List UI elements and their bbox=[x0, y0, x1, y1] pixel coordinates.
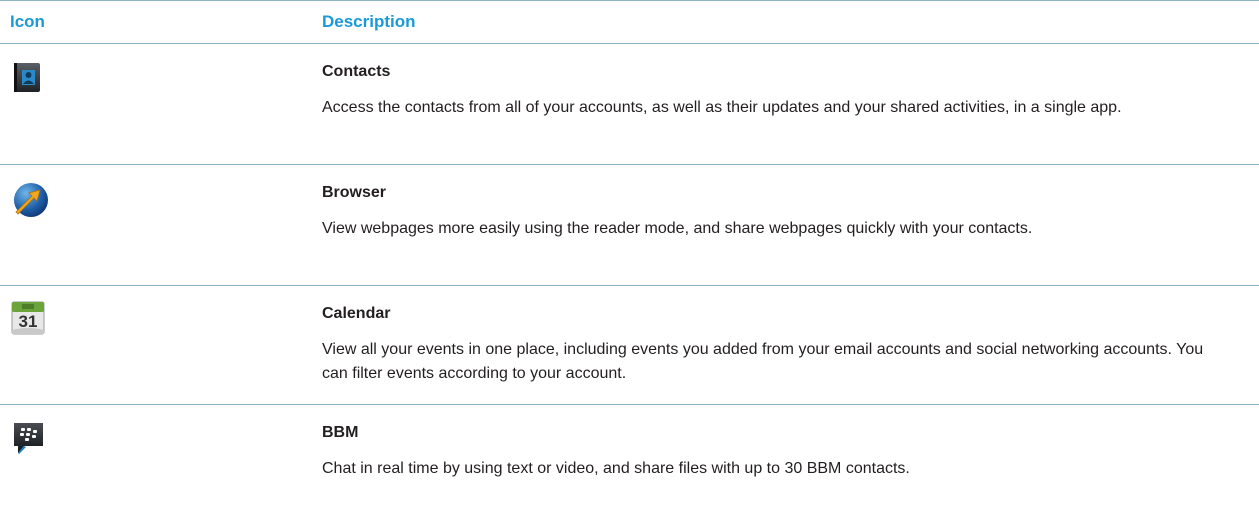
app-description: Access the contacts from all of your acc… bbox=[322, 99, 1122, 116]
table-row: 31 Calendar View all your events in one … bbox=[0, 286, 1259, 405]
description-cell: Calendar View all your events in one pla… bbox=[322, 286, 1259, 404]
app-name: Calendar bbox=[322, 305, 391, 322]
bbm-icon bbox=[10, 419, 46, 455]
icon-column-header: Icon bbox=[10, 12, 45, 31]
icon-cell: 31 bbox=[0, 286, 322, 404]
browser-icon bbox=[10, 179, 48, 217]
app-description: View webpages more easily using the read… bbox=[322, 220, 1033, 237]
app-name: Contacts bbox=[322, 63, 391, 80]
apps-table: Icon Description Contacts Access the con… bbox=[0, 0, 1259, 518]
table-header: Icon Description bbox=[0, 1, 1259, 44]
calendar-icon: 31 bbox=[10, 300, 46, 336]
description-cell: Browser View webpages more easily using … bbox=[322, 165, 1259, 285]
description-cell: Contacts Access the contacts from all of… bbox=[322, 44, 1259, 164]
icon-cell bbox=[0, 44, 322, 164]
icon-cell bbox=[0, 405, 322, 518]
calendar-day-number: 31 bbox=[18, 312, 38, 331]
app-name: BBM bbox=[322, 424, 359, 441]
icon-cell bbox=[0, 165, 322, 285]
table-row: Contacts Access the contacts from all of… bbox=[0, 44, 1259, 165]
table-row: Browser View webpages more easily using … bbox=[0, 165, 1259, 286]
table-row: BBM Chat in real time by using text or v… bbox=[0, 405, 1259, 518]
contacts-icon bbox=[10, 60, 46, 96]
description-column-header: Description bbox=[322, 12, 416, 31]
app-description: View all your events in one place, inclu… bbox=[322, 341, 1204, 382]
app-description: Chat in real time by using text or video… bbox=[322, 460, 910, 477]
app-name: Browser bbox=[322, 184, 387, 201]
description-cell: BBM Chat in real time by using text or v… bbox=[322, 405, 1259, 518]
